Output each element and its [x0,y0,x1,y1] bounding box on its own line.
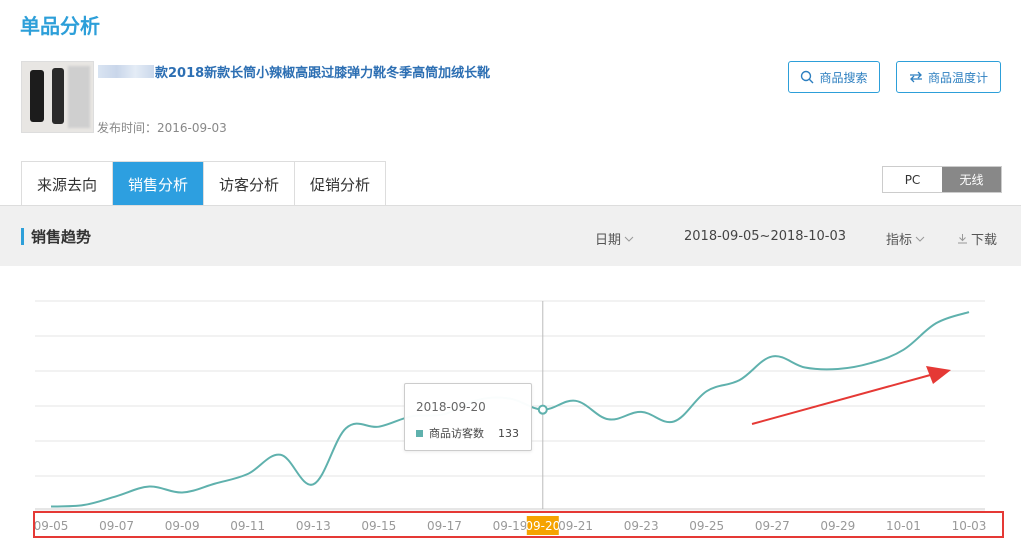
x-tick-label: 09-29 [820,519,855,533]
tooltip-series-swatch [416,429,423,437]
tooltip-row: 商品访客数 133 [416,425,519,441]
x-tick-label: 09-07 [99,519,134,533]
data-point-highlighted[interactable] [537,404,548,415]
product-thumbnail[interactable] [21,61,94,133]
swap-arrows-icon [909,71,922,83]
tab-source-destination[interactable]: 来源去向 [22,162,114,206]
x-tick-label: 09-25 [689,519,724,533]
trend-arrow-head [926,366,951,384]
tooltip-value: 133 [498,426,519,440]
date-select-label: 日期 [595,233,622,248]
publish-date: 2016-09-03 [157,121,227,135]
date-select[interactable]: 日期 [595,229,634,248]
device-pc-option[interactable]: PC [883,167,942,192]
boot-image-left [30,70,44,122]
download-label: 下载 [971,233,998,248]
metric-select-label: 指标 [886,233,913,248]
product-title-text: 款2018新款长筒小辣椒高跟过膝弹力靴冬季高筒加绒长靴 [155,66,491,81]
x-tick-label: 09-05 [34,519,69,533]
x-tick-label: 09-09 [165,519,200,533]
x-tick-label: 09-27 [755,519,790,533]
section-title: 销售趋势 [31,228,92,246]
download-button[interactable]: 下载 [957,229,997,248]
tab-visitor-analysis[interactable]: 访客分析 [204,162,296,206]
x-tick-label: 09-15 [361,519,396,533]
boot-image-middle [52,68,64,124]
trend-arrow-annotation [751,373,935,425]
publish-time: 发布时间：2016-09-03 [97,119,227,136]
page-title: 单品分析 [20,14,100,38]
tab-promotion-analysis[interactable]: 促销分析 [295,162,386,206]
publish-label: 发布时间： [97,121,158,135]
x-tick-label: 09-13 [296,519,331,533]
x-tick-label: 09-21 [558,519,593,533]
analysis-tabs: 来源去向 销售分析 访客分析 促销分析 [21,161,387,206]
x-tick-label: 09-20 [525,519,560,533]
device-toggle: PC 无线 [882,166,1002,193]
download-icon [958,234,967,244]
sales-trend-header: 销售趋势 日期 2018-09-05~2018-10-03 指标 下载 [0,206,1021,266]
section-marker [21,228,24,245]
x-tick-label: 09-19 [493,519,528,533]
date-range[interactable]: 2018-09-05~2018-10-03 [684,229,846,244]
product-title[interactable]: 款2018新款长筒小辣椒高跟过膝弹力靴冬季高筒加绒长靴 [98,62,490,81]
chevron-down-icon [915,236,925,242]
x-tick-label: 10-01 [886,519,921,533]
product-thermometer-button[interactable]: 商品温度计 [896,61,1001,93]
product-search-label: 商品搜索 [819,70,868,85]
product-thermometer-label: 商品温度计 [927,70,988,85]
x-tick-label: 09-17 [427,519,462,533]
x-tick-label: 09-23 [624,519,659,533]
tooltip-series-name: 商品访客数 [429,427,484,440]
chart-tooltip: 2018-09-20 商品访客数 133 [404,383,532,451]
device-wireless-option[interactable]: 无线 [942,167,1001,192]
x-tick-label: 09-11 [230,519,265,533]
search-icon [801,70,814,84]
tab-sales-analysis[interactable]: 销售分析 [113,162,205,206]
tooltip-date: 2018-09-20 [416,400,486,414]
product-search-button[interactable]: 商品搜索 [788,61,880,93]
blurred-title-prefix [98,65,154,78]
blurred-image-area [68,66,90,128]
metric-select[interactable]: 指标 [886,229,925,248]
chevron-down-icon [624,236,634,242]
x-tick-label: 10-03 [952,519,987,533]
